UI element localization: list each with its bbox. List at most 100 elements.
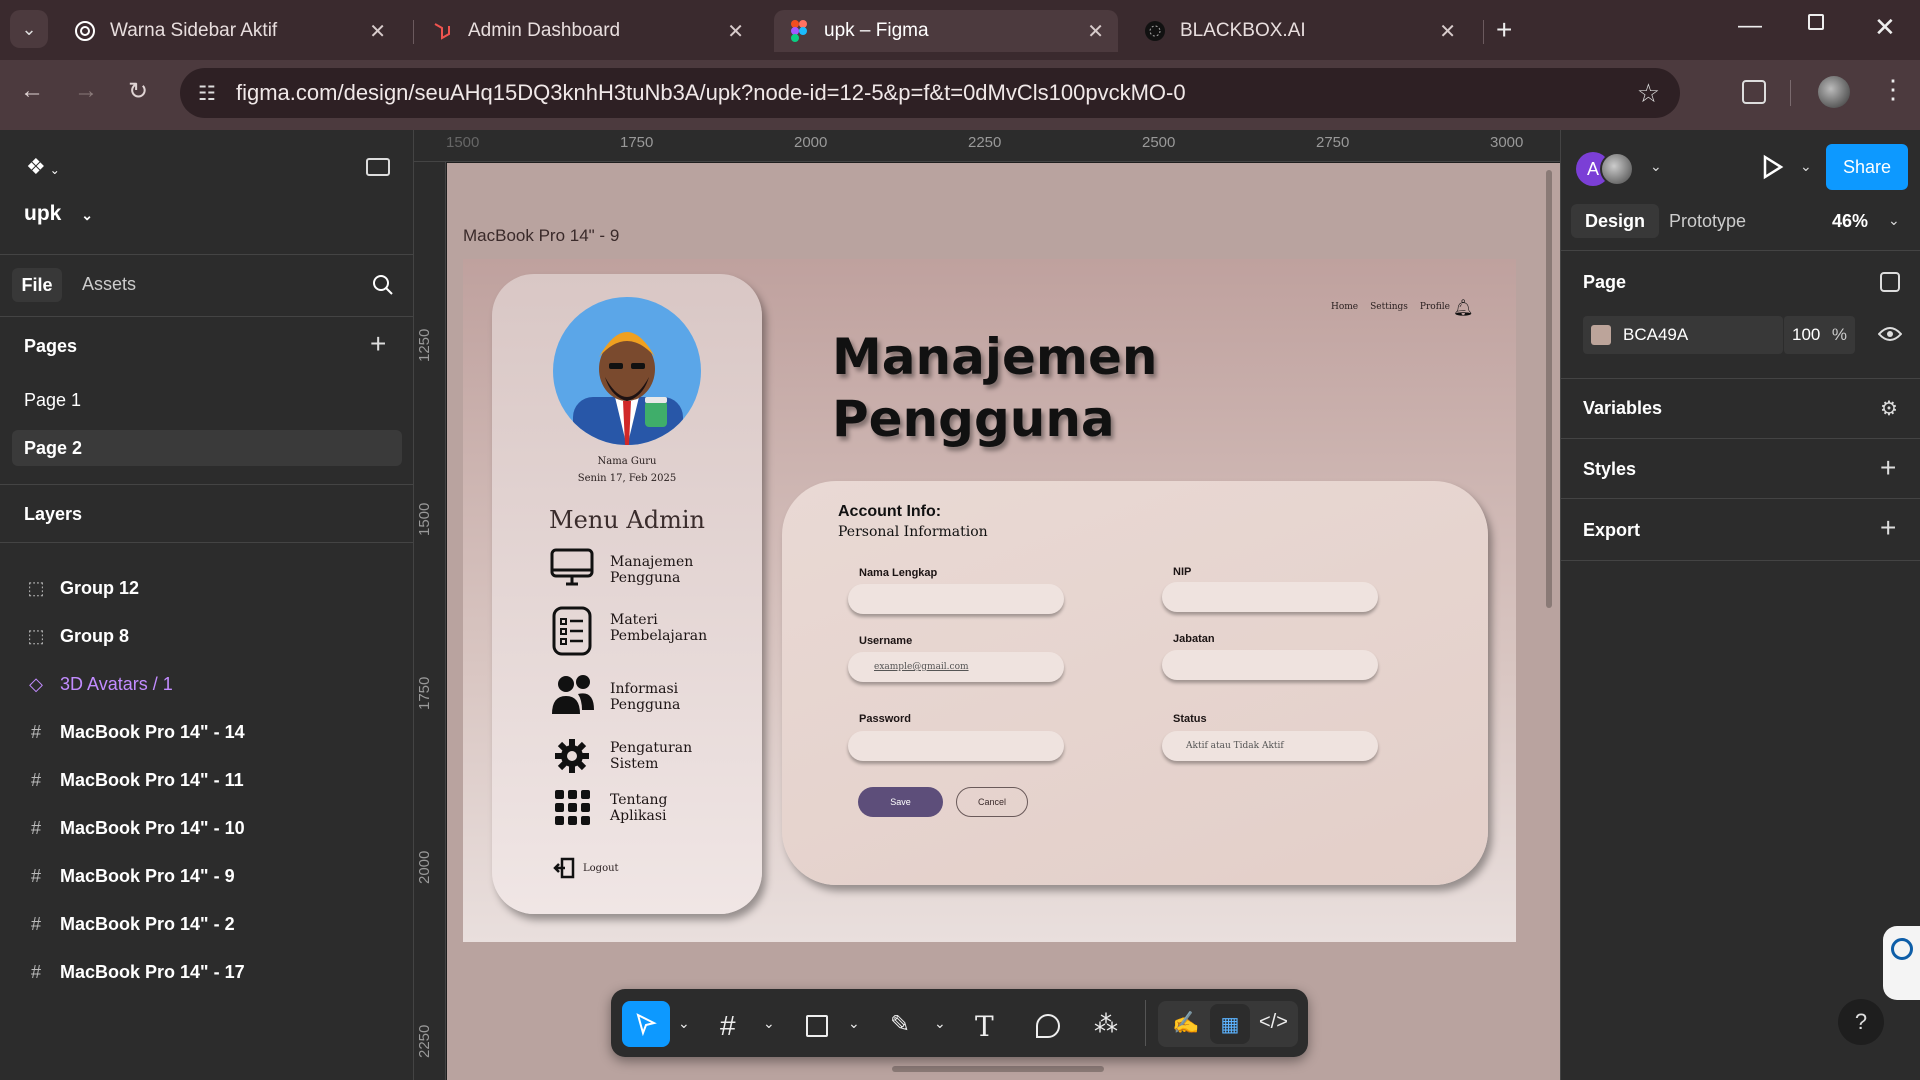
minimize-button[interactable]: —	[1738, 12, 1762, 40]
page-settings-icon[interactable]	[1880, 272, 1900, 292]
layer-macbook-17[interactable]: # MacBook Pro 14" - 17	[24, 962, 245, 983]
menu-label-manajemen: Manajemen Pengguna	[610, 554, 730, 586]
help-button[interactable]: ?	[1838, 999, 1884, 1045]
bookmark-star-icon[interactable]: ☆	[1637, 78, 1660, 109]
restore-button[interactable]	[1808, 14, 1824, 30]
layer-macbook-9[interactable]: # MacBook Pro 14" - 9	[24, 866, 235, 887]
page-color-field[interactable]: BCA49A	[1583, 316, 1783, 354]
toggle-sidebar-icon[interactable]	[366, 158, 390, 176]
tab-admin-dashboard[interactable]: Admin Dashboard ✕	[418, 10, 758, 52]
reload-button[interactable]: ↻	[128, 77, 148, 106]
forward-button[interactable]: →	[74, 77, 98, 105]
frame-label[interactable]: MacBook Pro 14" - 9	[463, 226, 619, 246]
layer-group-12[interactable]: ⬚ Group 12	[24, 578, 139, 599]
layer-macbook-11[interactable]: # MacBook Pro 14" - 11	[24, 770, 244, 791]
site-settings-icon[interactable]: ☷	[198, 81, 216, 106]
pen-tool-icon[interactable]: ✎	[890, 1010, 910, 1039]
chevron-down-icon[interactable]: ⌄	[763, 1015, 775, 1032]
close-window-button[interactable]: ✕	[1874, 12, 1896, 43]
canvas-scrollbar-vertical[interactable]	[1546, 170, 1552, 608]
close-icon[interactable]: ✕	[1087, 19, 1104, 44]
address-bar[interactable]: ☷ figma.com/design/seuAHq15DQ3knhH3tuNb3…	[180, 68, 1680, 118]
input-status[interactable]: Aktif atau Tidak Aktif	[1162, 731, 1378, 761]
input-nip[interactable]	[1162, 582, 1378, 612]
ruler-tick: 1500	[446, 134, 480, 151]
collaborator-avatar[interactable]	[1600, 152, 1634, 186]
frame-tool-icon[interactable]: #	[720, 1010, 736, 1042]
file-name[interactable]: upk ⌄	[24, 202, 93, 226]
teamviewer-widget[interactable]	[1883, 926, 1920, 1000]
figma-menu-icon[interactable]: ❖ ⌄	[26, 154, 60, 180]
menu-item-materi[interactable]	[550, 606, 594, 656]
input-username[interactable]: example@gmail.com	[848, 652, 1064, 682]
page-item-1[interactable]: Page 1	[24, 390, 81, 411]
add-page-icon[interactable]: +	[370, 328, 386, 360]
profile-avatar[interactable]	[1818, 76, 1850, 108]
component-instance-icon: ◇	[29, 674, 43, 694]
page-opacity-field[interactable]: 100 %	[1783, 316, 1855, 354]
zoom-level[interactable]: 46%	[1832, 211, 1868, 232]
save-button[interactable]: Save	[858, 787, 943, 817]
input-nama-lengkap[interactable]	[848, 584, 1064, 614]
canvas-scrollbar-horizontal[interactable]	[892, 1066, 1104, 1072]
menu-item-pengaturan[interactable]	[554, 738, 590, 774]
chevron-down-icon[interactable]: ⌄	[1650, 158, 1662, 175]
chevron-down-icon[interactable]: ⌄	[848, 1015, 860, 1032]
browser-menu-icon[interactable]: ⋮	[1880, 74, 1906, 105]
resources-tool-icon[interactable]: ⁂	[1094, 1010, 1118, 1039]
layer-macbook-2[interactable]: # MacBook Pro 14" - 2	[24, 914, 235, 935]
page-item-2[interactable]: Page 2	[12, 430, 402, 466]
layer-group-8[interactable]: ⬚ Group 8	[24, 626, 129, 647]
add-export-icon[interactable]: +	[1880, 512, 1896, 544]
tab-search-button[interactable]: ⌄	[10, 10, 48, 48]
nav-home[interactable]: Home	[1331, 302, 1358, 312]
extensions-icon[interactable]	[1742, 80, 1766, 104]
dev-mode-icon[interactable]: </>	[1259, 1011, 1288, 1034]
chevron-down-icon[interactable]: ⌄	[934, 1015, 946, 1032]
nav-profile[interactable]: Profile	[1420, 302, 1450, 312]
bell-icon[interactable]: 🔔︎	[1453, 298, 1473, 318]
tab-prototype[interactable]: Prototype	[1669, 211, 1746, 232]
add-style-icon[interactable]: +	[1880, 452, 1896, 484]
variables-settings-icon[interactable]: ⚙︎	[1880, 396, 1898, 421]
chevron-down-icon[interactable]: ⌄	[678, 1015, 690, 1032]
text-tool-icon[interactable]: T	[975, 1010, 994, 1043]
close-icon[interactable]: ✕	[727, 19, 744, 44]
close-icon[interactable]: ✕	[369, 19, 386, 44]
export-header[interactable]: Export	[1583, 520, 1640, 541]
close-icon[interactable]: ✕	[1439, 19, 1456, 44]
comment-tool-icon[interactable]	[1036, 1014, 1060, 1038]
menu-item-manajemen[interactable]	[550, 548, 594, 588]
new-tab-button[interactable]: +	[1496, 14, 1512, 46]
tab-upk-figma[interactable]: upk – Figma ✕	[774, 10, 1118, 52]
tab-file[interactable]: File	[12, 268, 62, 302]
menu-item-tentang[interactable]	[555, 790, 591, 826]
chevron-down-icon[interactable]: ⌄	[1800, 158, 1812, 175]
search-icon[interactable]	[372, 274, 394, 301]
eye-icon[interactable]	[1877, 324, 1903, 349]
draw-mode-icon[interactable]: ✍	[1172, 1010, 1199, 1036]
share-button[interactable]: Share	[1826, 144, 1908, 190]
nav-settings[interactable]: Settings	[1370, 302, 1408, 312]
menu-item-informasi[interactable]	[550, 674, 596, 716]
design-mode-icon[interactable]: ▦	[1210, 1004, 1250, 1044]
styles-header[interactable]: Styles	[1583, 459, 1636, 480]
cancel-button[interactable]: Cancel	[956, 787, 1028, 817]
logout-button[interactable]: Logout	[553, 857, 619, 879]
input-jabatan[interactable]	[1162, 650, 1378, 680]
tab-warna-sidebar[interactable]: Warna Sidebar Aktif ✕	[60, 10, 400, 52]
chevron-down-icon[interactable]: ⌄	[1888, 212, 1900, 229]
layer-macbook-14[interactable]: # MacBook Pro 14" - 14	[24, 722, 245, 743]
back-button[interactable]: ←	[20, 77, 44, 105]
color-swatch[interactable]	[1591, 325, 1611, 345]
variables-header[interactable]: Variables	[1583, 398, 1662, 419]
move-tool-button[interactable]	[622, 1001, 670, 1047]
layer-3d-avatars[interactable]: ◇ 3D Avatars / 1	[24, 674, 173, 695]
rectangle-tool-icon[interactable]	[806, 1015, 828, 1037]
tab-blackbox[interactable]: BLACKBOX.AI ✕	[1130, 10, 1470, 52]
input-password[interactable]	[848, 731, 1064, 761]
tab-assets[interactable]: Assets	[82, 274, 136, 295]
tab-design[interactable]: Design	[1571, 204, 1659, 238]
present-button[interactable]	[1762, 154, 1784, 185]
layer-macbook-10[interactable]: # MacBook Pro 14" - 10	[24, 818, 245, 839]
